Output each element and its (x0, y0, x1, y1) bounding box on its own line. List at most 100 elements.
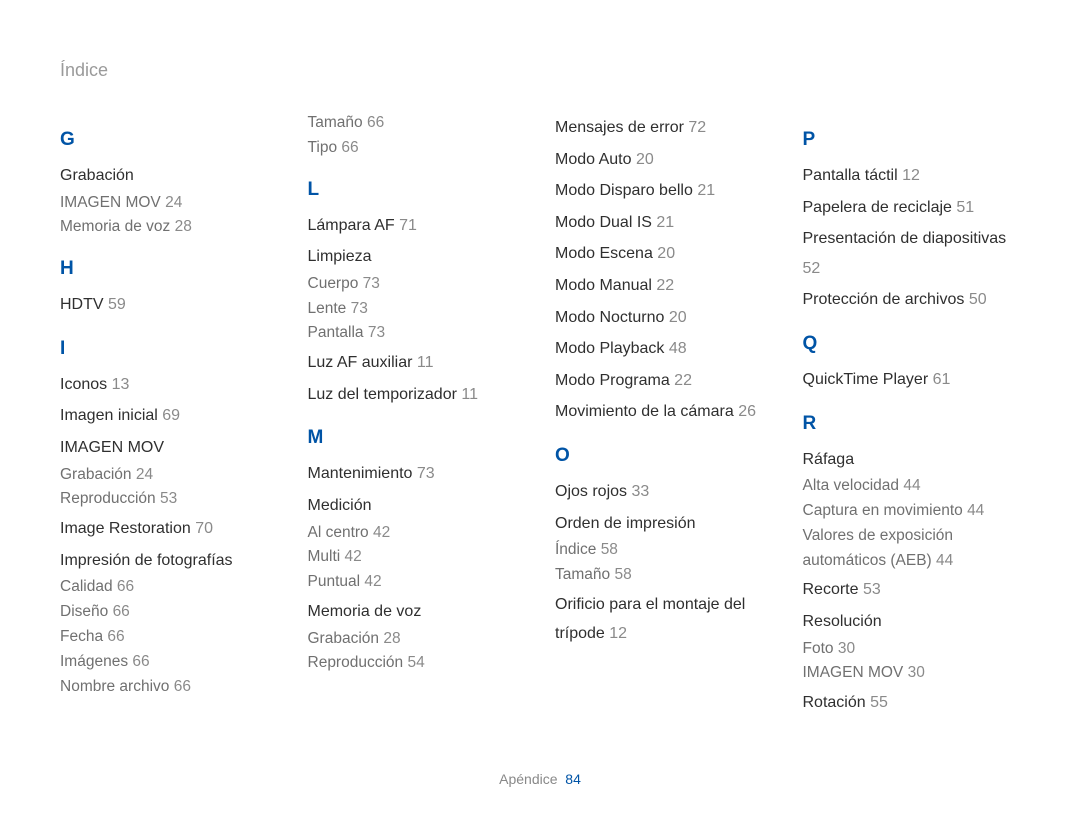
entry-page: 12 (902, 167, 920, 184)
index-subentry: Calidad 66 (60, 575, 278, 600)
entry-text: Image Restoration (60, 520, 191, 537)
subentry-text: Tamaño (555, 566, 610, 583)
subentry-text: Lente (308, 300, 347, 317)
entry-text: Rotación (803, 694, 866, 711)
index-col-1: GGrabaciónIMAGEN MOV 24Memoria de voz 28… (60, 111, 278, 718)
entry-text: Luz AF auxiliar (308, 354, 413, 371)
section-letter: R (803, 413, 1021, 435)
section-letter: L (308, 179, 526, 201)
entry-text: Orificio para el montaje del trípode (555, 596, 745, 643)
entry-text: Ráfaga (803, 451, 855, 468)
index-subentry: Grabación 24 (60, 463, 278, 488)
entry-page: 73 (417, 465, 435, 482)
index-entry: Rotación 55 (803, 688, 1021, 718)
subentry-text: Foto (803, 640, 834, 657)
entry-text: Modo Programa (555, 372, 670, 389)
subentry-page: 66 (117, 578, 134, 595)
entry-text: Grabación (60, 167, 134, 184)
subentry-page: 66 (107, 628, 124, 645)
entry-page: 11 (461, 386, 478, 403)
entry-page: 12 (609, 625, 627, 642)
section-letter: M (308, 427, 526, 449)
subentry-text: Reproducción (308, 654, 404, 671)
subentry-page: 58 (614, 566, 631, 583)
subentry-text: Cuerpo (308, 275, 359, 292)
entry-text: Lámpara AF (308, 217, 395, 234)
subentry-page: 66 (341, 139, 358, 156)
index-subentry: Foto 30 (803, 637, 1021, 662)
entry-page: 13 (112, 376, 130, 393)
index-subentry: IMAGEN MOV 24 (60, 191, 278, 216)
subentry-page: 42 (364, 573, 381, 590)
index-entry: Imagen inicial 69 (60, 401, 278, 431)
subentry-text: Reproducción (60, 490, 156, 507)
index-entry: Limpieza (308, 242, 526, 272)
entry-text: HDTV (60, 296, 104, 313)
subentry-text: Grabación (60, 466, 132, 483)
subentry-text: Memoria de voz (60, 218, 170, 235)
entry-text: Protección de archivos (803, 291, 965, 308)
entry-page: 50 (969, 291, 987, 308)
subentry-page: 66 (174, 678, 191, 695)
index-subentry: Diseño 66 (60, 600, 278, 625)
entry-page: 61 (933, 371, 951, 388)
index-subentry: Tipo 66 (308, 136, 526, 161)
index-entry: Resolución (803, 607, 1021, 637)
entry-text: Movimiento de la cámara (555, 403, 734, 420)
subentry-page: 53 (160, 490, 177, 507)
subentry-page: 24 (165, 194, 182, 211)
index-entry: QuickTime Player 61 (803, 365, 1021, 395)
subentry-page: 58 (601, 541, 618, 558)
subentry-page: 30 (838, 640, 855, 657)
subentry-text: Imágenes (60, 653, 128, 670)
subentry-page: 28 (383, 630, 400, 647)
subentry-text: Multi (308, 548, 341, 565)
subentry-page: 44 (903, 477, 920, 494)
entry-text: Modo Escena (555, 245, 653, 262)
subentry-page: 73 (363, 275, 380, 292)
index-subentry: Índice 58 (555, 538, 773, 563)
index-subentry: Multi 42 (308, 545, 526, 570)
index-subentry: Cuerpo 73 (308, 272, 526, 297)
section-letter: I (60, 338, 278, 360)
index-entry: Ráfaga (803, 445, 1021, 475)
index-entry: Modo Auto 20 (555, 145, 773, 175)
entry-text: Modo Dual IS (555, 214, 652, 231)
subentry-page: 42 (345, 548, 362, 565)
index-entry: HDTV 59 (60, 290, 278, 320)
entry-text: Modo Playback (555, 340, 664, 357)
index-entry: Modo Escena 20 (555, 239, 773, 269)
subentry-text: Alta velocidad (803, 477, 900, 494)
entry-page: 53 (863, 581, 881, 598)
subentry-text: Al centro (308, 524, 369, 541)
entry-page: 22 (674, 372, 692, 389)
index-subentry: Memoria de voz 28 (60, 215, 278, 240)
index-entry: Modo Programa 22 (555, 366, 773, 396)
footer-section: Apéndice (499, 771, 557, 787)
entry-text: Modo Disparo bello (555, 182, 693, 199)
entry-page: 71 (399, 217, 417, 234)
entry-text: Imagen inicial (60, 407, 158, 424)
index-subentry: Captura en movimiento 44 (803, 499, 1021, 524)
subentry-text: Grabación (308, 630, 380, 647)
index-subentry: Reproducción 53 (60, 487, 278, 512)
entry-page: 26 (738, 403, 756, 420)
footer-page: 84 (565, 771, 581, 787)
subentry-text: IMAGEN MOV (803, 664, 904, 681)
subentry-text: Nombre archivo (60, 678, 169, 695)
index-subentry: Tamaño 58 (555, 563, 773, 588)
entry-text: Iconos (60, 376, 107, 393)
entry-text: Luz del temporizador (308, 386, 457, 403)
index-entry: Modo Dual IS 21 (555, 208, 773, 238)
entry-text: Recorte (803, 581, 859, 598)
entry-page: 11 (417, 354, 434, 371)
subentry-page: 66 (113, 603, 130, 620)
entry-text: Mensajes de error (555, 119, 684, 136)
index-entry: Modo Manual 22 (555, 271, 773, 301)
index-entry: Ojos rojos 33 (555, 477, 773, 507)
section-letter: H (60, 258, 278, 280)
index-subentry: IMAGEN MOV 30 (803, 661, 1021, 686)
index-subentry: Grabación 28 (308, 627, 526, 652)
entry-page: 72 (688, 119, 706, 136)
entry-page: 52 (803, 260, 821, 277)
